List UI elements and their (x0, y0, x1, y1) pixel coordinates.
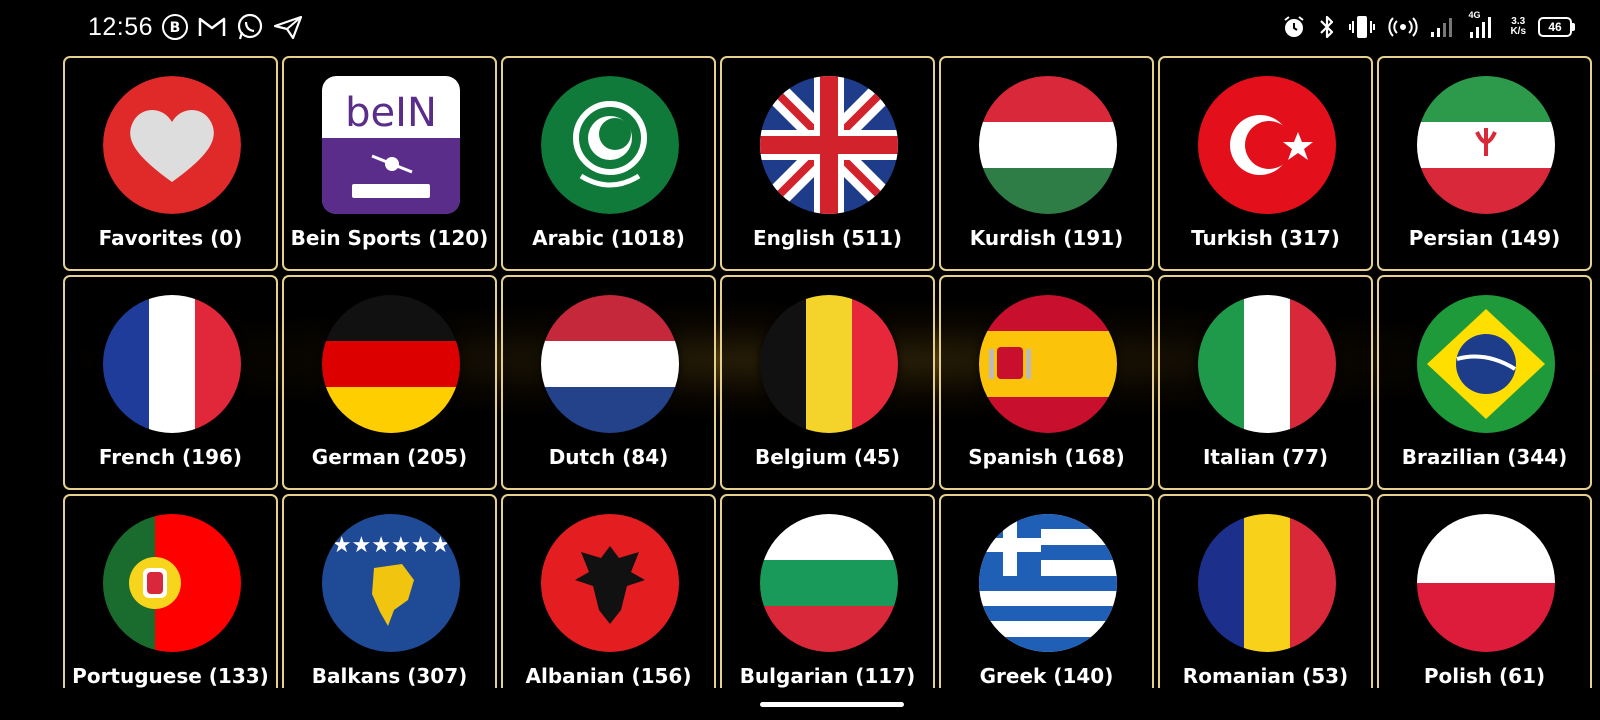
svg-text:beIN: beIN (345, 90, 437, 136)
bein-logo-icon: beIN (322, 76, 460, 214)
status-bar: 12:56 B 4G 3.3 K/s 46 (0, 0, 1600, 52)
category-tile-bein-sports[interactable]: beIN Bein Sports (120) (282, 56, 497, 271)
battery-icon: 46 (1538, 17, 1575, 37)
category-tile-french[interactable]: French (196) (63, 275, 278, 490)
iran-flag-icon (1417, 76, 1555, 214)
category-tile-dutch[interactable]: Dutch (84) (501, 275, 716, 490)
category-tile-brazilian[interactable]: Brazilian (344) (1377, 275, 1592, 490)
category-label: Arabic (1018) (532, 226, 685, 250)
belgium-flag-icon (760, 295, 898, 433)
category-tile-belgium[interactable]: Belgium (45) (720, 275, 935, 490)
category-label: Persian (149) (1408, 226, 1561, 250)
status-left: 12:56 B (88, 10, 303, 44)
greece-flag-icon (979, 514, 1117, 652)
home-indicator[interactable] (760, 702, 904, 707)
brazil-flag-icon (1417, 295, 1555, 433)
category-label: Italian (77) (1202, 445, 1329, 469)
category-label: Turkish (317) (1191, 226, 1340, 250)
b-circle-icon: B (161, 13, 189, 41)
category-label: Polish (61) (1423, 664, 1546, 688)
turkey-flag-icon (1198, 76, 1336, 214)
net-speed: 3.3 K/s (1510, 17, 1526, 37)
arab-league-flag-icon (541, 76, 679, 214)
category-label: Kurdish (191) (969, 226, 1124, 250)
category-tile-polish[interactable]: Polish (61) (1377, 494, 1592, 688)
italy-flag-icon (1198, 295, 1336, 433)
signal-icon (1430, 16, 1456, 38)
category-label: Bulgarian (117) (739, 664, 916, 688)
category-tile-romanian[interactable]: Romanian (53) (1158, 494, 1373, 688)
category-label: English (511) (752, 226, 903, 250)
category-tile-arabic[interactable]: Arabic (1018) (501, 56, 716, 271)
alarm-icon (1282, 15, 1306, 39)
category-label: Greek (140) (979, 664, 1114, 688)
category-label: Bein Sports (120) (290, 226, 489, 250)
category-tile-balkans[interactable]: ★★★★★★ Balkans (307) (282, 494, 497, 688)
romania-flag-icon (1198, 514, 1336, 652)
category-tile-english[interactable]: English (511) (720, 56, 935, 271)
category-tile-kurdish[interactable]: Kurdish (191) (939, 56, 1154, 271)
category-tile-portuguese[interactable]: Portuguese (133) (63, 494, 278, 688)
category-label: French (196) (98, 445, 243, 469)
hotspot-icon (1388, 15, 1418, 39)
france-flag-icon (103, 295, 241, 433)
vibrate-icon (1348, 14, 1376, 40)
category-label: Albanian (156) (525, 664, 692, 688)
category-tile-italian[interactable]: Italian (77) (1158, 275, 1373, 490)
uk-flag-icon (760, 76, 898, 214)
category-tile-spanish[interactable]: Spanish (168) (939, 275, 1154, 490)
category-tile-albanian[interactable]: Albanian (156) (501, 494, 716, 688)
spain-flag-icon (979, 295, 1117, 433)
category-label: Brazilian (344) (1401, 445, 1568, 469)
signal-4g-icon: 4G (1468, 10, 1498, 40)
poland-flag-icon (1417, 514, 1555, 652)
category-label: Spanish (168) (968, 445, 1125, 469)
category-grid: Favorites (0) beIN Bein Sports (120) Ara… (63, 56, 1600, 688)
category-label: Favorites (0) (98, 226, 243, 250)
category-label: German (205) (311, 445, 468, 469)
kurdish-flag-icon (979, 76, 1117, 214)
category-tile-bulgarian[interactable]: Bulgarian (117) (720, 494, 935, 688)
svg-text:B: B (170, 20, 181, 36)
category-label: Romanian (53) (1182, 664, 1349, 688)
heart-icon (103, 76, 241, 214)
gmail-icon (197, 15, 227, 39)
germany-flag-icon (322, 295, 460, 433)
clock: 12:56 (88, 12, 154, 41)
category-tile-greek[interactable]: Greek (140) (939, 494, 1154, 688)
telegram-icon (273, 14, 303, 40)
bluetooth-icon (1318, 14, 1336, 40)
network-type-label: 4G (1468, 10, 1481, 20)
category-label: Belgium (45) (755, 445, 900, 469)
category-label: Balkans (307) (311, 664, 468, 688)
category-tile-favorites[interactable]: Favorites (0) (63, 56, 278, 271)
portugal-flag-icon (103, 514, 241, 652)
albania-flag-icon (541, 514, 679, 652)
svg-text:★★★★★★: ★★★★★★ (332, 533, 450, 558)
bulgaria-flag-icon (760, 514, 898, 652)
category-label: Dutch (84) (548, 445, 669, 469)
status-right: 4G 3.3 K/s 46 (1282, 10, 1575, 42)
kosovo-flag-icon: ★★★★★★ (322, 514, 460, 652)
whatsapp-icon (235, 12, 265, 42)
netherlands-flag-icon (541, 295, 679, 433)
category-tile-turkish[interactable]: Turkish (317) (1158, 56, 1373, 271)
net-speed-unit: K/s (1510, 26, 1526, 37)
category-tile-persian[interactable]: Persian (149) (1377, 56, 1592, 271)
category-tile-german[interactable]: German (205) (282, 275, 497, 490)
category-label: Portuguese (133) (72, 664, 269, 688)
